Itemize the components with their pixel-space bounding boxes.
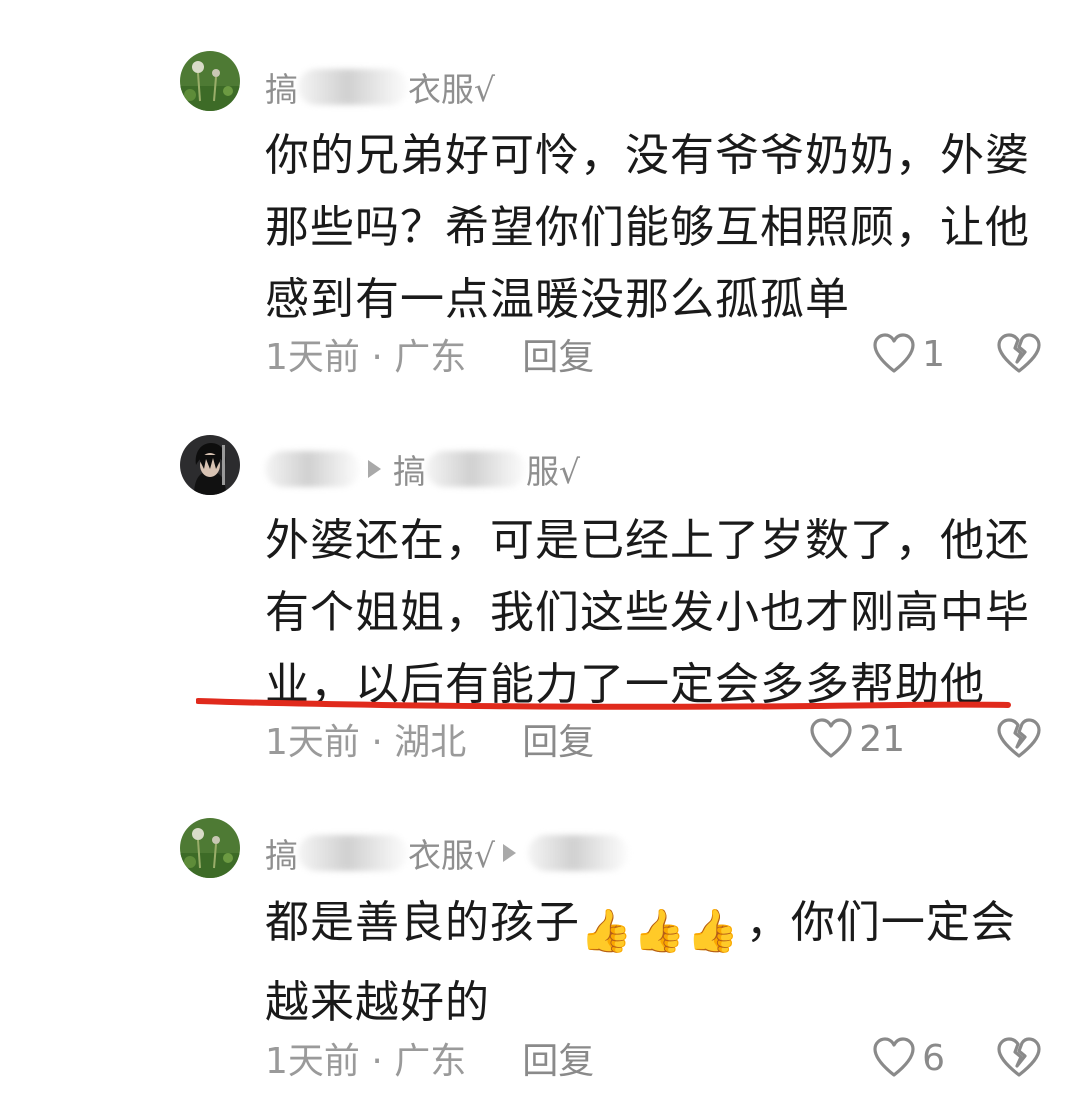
username-suffix: 衣服√	[408, 836, 496, 875]
thumbs-up-emoji: 👍👍👍	[580, 906, 740, 955]
time-location: 1天前 · 湖北	[265, 722, 467, 763]
heart-icon	[873, 333, 915, 373]
dislike-button[interactable]	[996, 1036, 1042, 1082]
comment-meta: 1天前 · 湖北 回复	[265, 711, 1040, 767]
time-location: 1天前 · 广东	[265, 1041, 467, 1082]
username-prefix: 搞	[265, 836, 298, 875]
reply-arrow-icon	[503, 844, 517, 862]
red-underline-annotation	[196, 698, 1011, 710]
blurred-username	[265, 451, 360, 487]
broken-heart-icon	[997, 333, 1041, 373]
comment-text: 你的兄弟好可怜，没有爷爷奶奶，外婆那些吗？希望你们能够互相照顾，让他感到有一点温…	[265, 130, 1030, 325]
user-avatar[interactable]	[180, 51, 240, 111]
username-prefix: 搞	[265, 70, 298, 109]
username[interactable]: 搞 衣服√	[265, 62, 495, 112]
blurred-reply-to-name	[426, 451, 526, 487]
user-avatar[interactable]	[180, 818, 240, 878]
anime-character-avatar-icon	[180, 435, 240, 495]
like-button[interactable]: 6	[872, 1030, 945, 1086]
heart-icon	[873, 1037, 915, 1077]
reply-arrow-icon	[368, 460, 381, 478]
blurred-reply-to-name	[528, 835, 629, 871]
reply-to-suffix: 服√	[526, 452, 581, 491]
like-button[interactable]: 21	[809, 711, 905, 767]
like-count: 6	[922, 1037, 945, 1079]
reply-button[interactable]: 回复	[522, 1032, 594, 1084]
reply-button[interactable]: 回复	[522, 713, 594, 765]
username[interactable]: 搞 衣服√	[265, 828, 629, 878]
user-avatar[interactable]	[180, 435, 240, 495]
like-count: 1	[922, 333, 945, 375]
heart-icon	[810, 718, 852, 758]
reply-button[interactable]: 回复	[522, 328, 594, 380]
broken-heart-icon	[997, 1037, 1041, 1077]
like-button[interactable]: 1	[872, 326, 945, 382]
comment-text-part-1: 都是善良的孩子	[265, 897, 580, 948]
time-location: 1天前 · 广东	[265, 337, 467, 378]
username[interactable]: 搞 服√	[265, 444, 580, 494]
plant-photo-avatar-icon	[180, 818, 240, 878]
like-count: 21	[859, 718, 905, 760]
comment-text: 都是善良的孩子👍👍👍 ，你们一定会越来越好的	[265, 887, 1045, 1039]
comment-text: 外婆还在，可是已经上了岁数了，他还有个姐姐，我们这些发小也才刚高中毕业，以后有能…	[265, 515, 1030, 710]
username-suffix: 衣服√	[408, 70, 496, 109]
dislike-button[interactable]	[996, 332, 1042, 378]
blurred-username	[298, 835, 408, 871]
reply-to-prefix: 搞	[393, 452, 426, 491]
blurred-username	[298, 69, 408, 105]
plant-photo-avatar-icon	[180, 51, 240, 111]
dislike-button[interactable]	[996, 717, 1042, 763]
broken-heart-icon	[997, 718, 1041, 758]
